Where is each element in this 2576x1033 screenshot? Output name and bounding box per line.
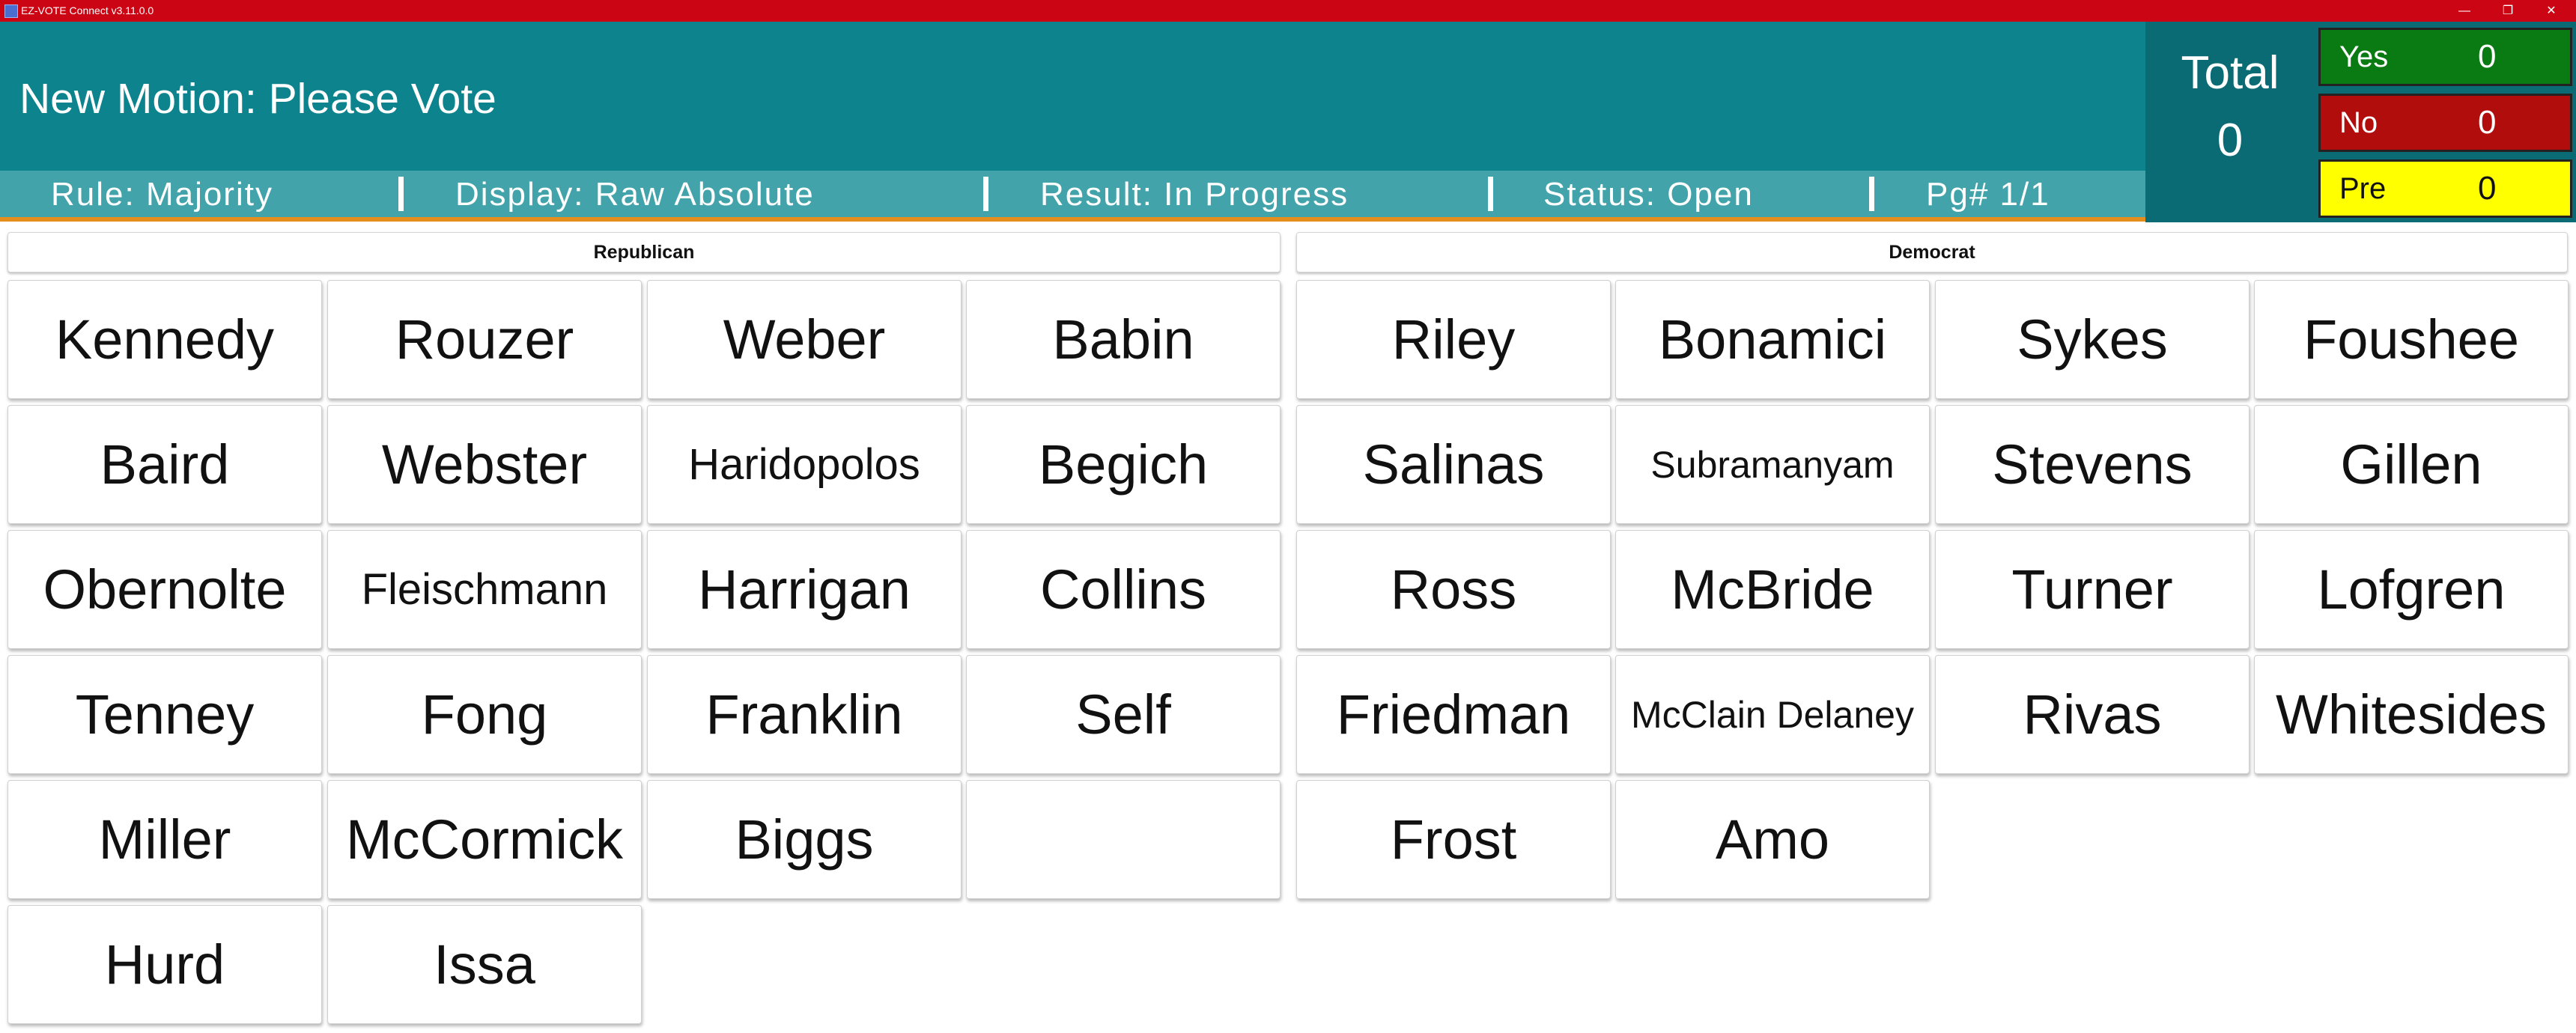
- member-tile[interactable]: Amo: [1615, 780, 1930, 899]
- member-tile[interactable]: Fong: [327, 655, 642, 774]
- member-tile[interactable]: Sykes: [1935, 280, 2250, 399]
- motion-title: New Motion: Please Vote: [19, 75, 496, 123]
- democrat-header: Democrat: [1296, 232, 2568, 272]
- member-tile[interactable]: Ross: [1296, 530, 1611, 649]
- close-icon[interactable]: ✕: [2530, 0, 2573, 22]
- result-label: Result: In Progress: [1040, 176, 1349, 213]
- window-title: EZ-VOTE Connect v3.11.0.0: [21, 4, 154, 16]
- yes-tally: Yes 0: [2318, 28, 2572, 86]
- window-titlebar: EZ-VOTE Connect v3.11.0.0 — ❐ ✕: [0, 0, 2576, 22]
- member-tile[interactable]: McCormick: [327, 780, 642, 899]
- page-indicator: Pg# 1/1: [1926, 176, 2050, 213]
- member-tile[interactable]: Rouzer: [327, 280, 642, 399]
- restore-icon[interactable]: ❐: [2486, 0, 2530, 22]
- member-tile[interactable]: Gillen: [2254, 405, 2569, 524]
- no-tally: No 0: [2318, 94, 2572, 152]
- member-tile[interactable]: Obernolte: [7, 530, 322, 649]
- member-tile[interactable]: McClain Delaney: [1615, 655, 1930, 774]
- member-tile[interactable]: Bonamici: [1615, 280, 1930, 399]
- total-panel: Total 0: [2145, 22, 2315, 222]
- member-tile[interactable]: Stevens: [1935, 405, 2250, 524]
- no-label: No: [2339, 106, 2378, 139]
- member-tile[interactable]: Kennedy: [7, 280, 322, 399]
- yes-label: Yes: [2339, 40, 2389, 73]
- member-tile[interactable]: Rivas: [1935, 655, 2250, 774]
- status-label: Status: Open: [1543, 176, 1754, 213]
- member-tile[interactable]: Fleischmann: [327, 530, 642, 649]
- member-tile[interactable]: Franklin: [647, 655, 962, 774]
- display-label: Display: Raw Absolute: [455, 176, 815, 213]
- member-tile[interactable]: Frost: [1296, 780, 1611, 899]
- total-label: Total: [2181, 47, 2279, 99]
- info-separator: [1488, 177, 1493, 211]
- member-tile[interactable]: Baird: [7, 405, 322, 524]
- info-separator: [398, 177, 404, 211]
- member-tile[interactable]: Weber: [647, 280, 962, 399]
- app-icon: [4, 4, 18, 18]
- republican-header: Republican: [7, 232, 1281, 272]
- member-tile[interactable]: Lofgren: [2254, 530, 2569, 649]
- member-tile[interactable]: Self: [966, 655, 1281, 774]
- member-tile[interactable]: Subramanyam: [1615, 405, 1930, 524]
- member-tile[interactable]: Webster: [327, 405, 642, 524]
- member-tile[interactable]: Riley: [1296, 280, 1611, 399]
- member-tile[interactable]: Hurd: [7, 905, 322, 1024]
- member-tile[interactable]: Biggs: [647, 780, 962, 899]
- member-tile[interactable]: Turner: [1935, 530, 2250, 649]
- rule-label: Rule: Majority: [51, 176, 273, 213]
- member-tile[interactable]: Foushee: [2254, 280, 2569, 399]
- info-separator: [1869, 177, 1874, 211]
- motion-header: New Motion: Please Vote: [0, 22, 2145, 171]
- minimize-icon[interactable]: —: [2443, 0, 2486, 22]
- member-tile[interactable]: Babin: [966, 280, 1281, 399]
- member-tile[interactable]: McBride: [1615, 530, 1930, 649]
- no-count: 0: [2478, 104, 2497, 141]
- member-tile[interactable]: Tenney: [7, 655, 322, 774]
- empty-member-tile[interactable]: [966, 780, 1281, 899]
- present-count: 0: [2478, 170, 2497, 207]
- member-tile[interactable]: Salinas: [1296, 405, 1611, 524]
- member-tile[interactable]: Whitesides: [2254, 655, 2569, 774]
- member-tile[interactable]: Begich: [966, 405, 1281, 524]
- present-tally: Pre 0: [2318, 159, 2572, 218]
- tally-panel: Yes 0 No 0 Pre 0: [2315, 22, 2576, 222]
- member-tile[interactable]: Collins: [966, 530, 1281, 649]
- yes-count: 0: [2478, 38, 2497, 75]
- member-tile[interactable]: Harrigan: [647, 530, 962, 649]
- present-label: Pre: [2339, 172, 2387, 205]
- total-value: 0: [2217, 115, 2244, 166]
- member-tile[interactable]: Issa: [327, 905, 642, 1024]
- motion-info-bar: Rule: Majority Display: Raw Absolute Res…: [0, 171, 2145, 222]
- member-tile[interactable]: Miller: [7, 780, 322, 899]
- member-tile[interactable]: Haridopolos: [647, 405, 962, 524]
- member-tile[interactable]: Friedman: [1296, 655, 1611, 774]
- info-separator: [983, 177, 988, 211]
